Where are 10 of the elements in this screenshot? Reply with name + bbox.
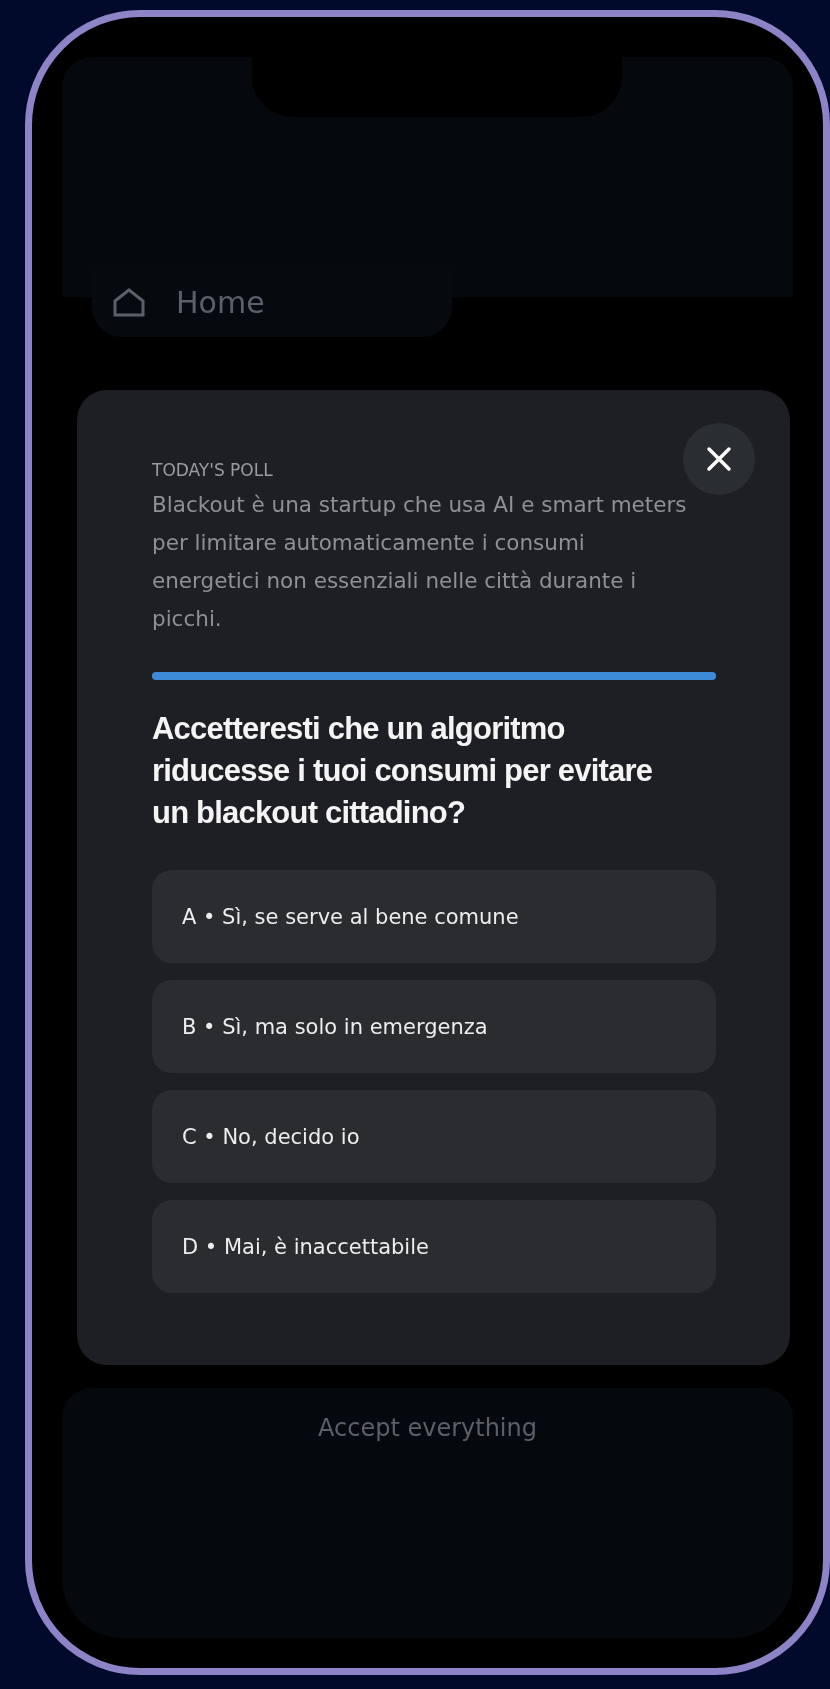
- nav-label: Home: [176, 284, 265, 320]
- poll-description: Blackout è una startup che usa AI e smart meters per limitare automaticamente i consumi energetici non essenziali nelle città durante i picchi.: [152, 491, 688, 633]
- answer-option[interactable]: D • Mai, è inaccettabile: [152, 1200, 716, 1293]
- answer-option[interactable]: C • No, decido io: [152, 1090, 716, 1183]
- poll-question: Accetteresti che un algoritmo riducesse i tuoi consumi per evitare un blackout cittadino?: [152, 710, 654, 832]
- answer-option[interactable]: B • Sì, ma solo in emergenza: [152, 980, 716, 1073]
- poll-eyebrow: TODAY'S POLL: [152, 460, 274, 480]
- close-icon: [706, 446, 732, 472]
- home-icon: [112, 287, 146, 317]
- answer-option[interactable]: A • Sì, se serve al bene comune: [152, 870, 716, 963]
